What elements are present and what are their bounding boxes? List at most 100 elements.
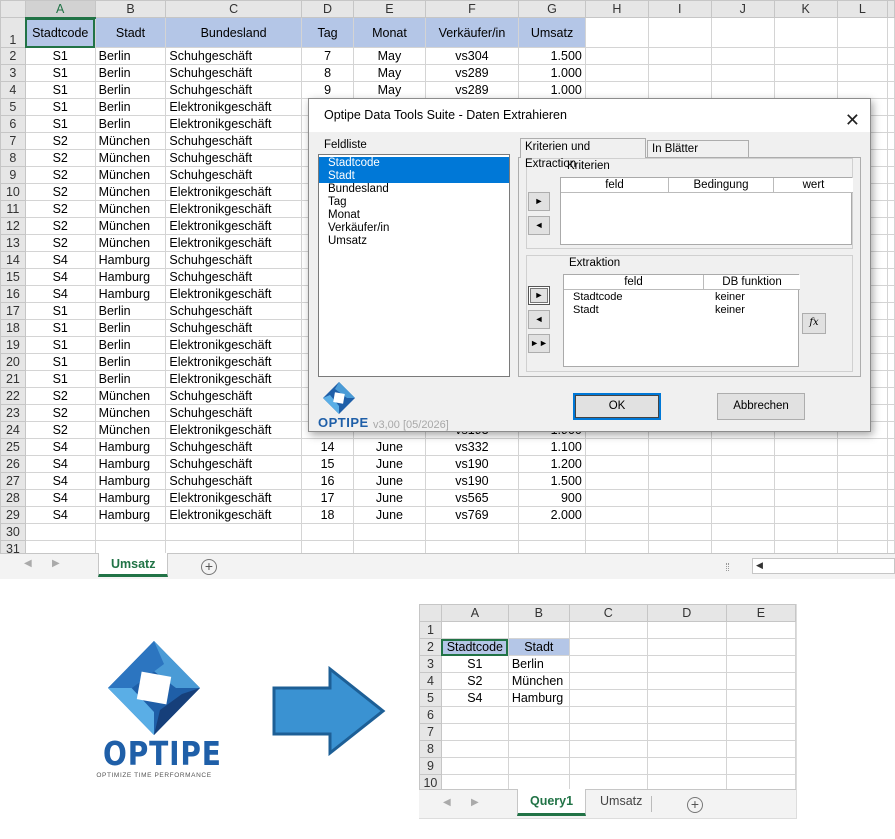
table-cell[interactable]: München [507,672,570,690]
row-header[interactable]: 27 [0,472,26,490]
criteria-col-condition[interactable]: Bedingung [669,178,774,193]
cell[interactable] [836,438,889,456]
column-header[interactable]: B [507,604,570,622]
table-cell[interactable]: S2 [24,387,96,405]
cell[interactable] [646,757,727,775]
table-cell[interactable]: Berlin [94,81,167,99]
table-cell[interactable]: S1 [24,319,96,337]
table-cell[interactable]: Elektronikgeschäft [165,217,302,235]
cell[interactable] [710,438,775,456]
table-cell[interactable] [440,621,509,639]
cancel-button[interactable]: Abbrechen [717,393,805,420]
cell[interactable] [887,115,895,133]
header-cell[interactable]: Stadt [94,17,167,48]
cell[interactable] [773,523,838,541]
header-cell[interactable]: Umsatz [518,17,586,48]
cell[interactable] [584,455,649,473]
table-cell[interactable]: Elektronikgeschäft [165,370,302,388]
row-header[interactable]: 18 [0,319,26,337]
cell[interactable] [725,621,796,639]
cell[interactable] [568,655,648,673]
cell[interactable] [584,438,649,456]
row-header[interactable]: 6 [0,115,26,133]
table-cell[interactable]: S2 [24,217,96,235]
table-cell[interactable] [165,523,302,541]
table-cell[interactable]: S4 [24,251,96,269]
table-cell[interactable]: S1 [24,81,96,99]
table-cell[interactable]: 1.200 [518,455,586,473]
table-cell[interactable]: München [94,217,167,235]
table-cell[interactable]: S2 [440,672,509,690]
cell[interactable] [725,655,796,673]
table-cell[interactable]: S4 [440,689,509,707]
table-cell[interactable]: Schuhgeschäft [165,64,302,82]
table-cell[interactable]: Berlin [94,336,167,354]
cell[interactable] [887,523,895,541]
row-header[interactable]: 7 [419,723,442,741]
column-header[interactable]: A [24,0,96,19]
table-cell[interactable]: S1 [24,64,96,82]
table-cell[interactable]: Berlin [94,370,167,388]
cell[interactable] [646,706,727,724]
cell[interactable] [773,455,838,473]
result-add-sheet-icon[interactable]: + [687,797,703,813]
table-cell[interactable]: 1.500 [518,472,586,490]
table-cell[interactable]: München [94,421,167,439]
close-icon[interactable]: ✕ [845,104,860,137]
table-cell[interactable]: Hamburg [94,472,167,490]
table-cell[interactable]: S2 [24,421,96,439]
cell[interactable] [836,455,889,473]
cell[interactable] [773,438,838,456]
table-cell[interactable]: vs190 [424,455,520,473]
cell[interactable] [887,387,895,405]
cell[interactable] [887,217,895,235]
row-header[interactable]: 30 [0,523,26,541]
table-cell[interactable]: Elektronikgeschäft [165,98,302,116]
header-cell[interactable]: Bundesland [165,17,302,48]
cell[interactable] [887,81,895,99]
table-cell[interactable] [24,523,96,541]
table-cell[interactable]: Berlin [94,302,167,320]
cell[interactable] [584,17,649,48]
row-header[interactable]: 15 [0,268,26,286]
table-cell[interactable]: Hamburg [94,285,167,303]
cell[interactable] [647,489,712,507]
table-cell[interactable]: Schuhgeschäft [165,268,302,286]
column-header[interactable]: F [424,0,520,18]
table-cell[interactable]: 1.100 [518,438,586,456]
row-header[interactable]: 9 [419,757,442,775]
table-cell[interactable]: S1 [24,98,96,116]
add-extraction-button[interactable]: ► [528,286,550,305]
row-header[interactable]: 5 [0,98,26,116]
result-scroll-tabs-right-icon[interactable]: ▶ [471,797,479,808]
extraction-row[interactable]: Stadtcode keiner [564,291,800,304]
horizontal-scrollbar[interactable]: ◀ [752,558,895,574]
table-cell[interactable]: Elektronikgeschäft [165,421,302,439]
column-header[interactable]: E [353,0,426,18]
header-cell[interactable]: Stadtcode [440,638,509,656]
cell[interactable] [887,234,895,252]
add-all-extraction-button[interactable]: ►► [528,334,550,353]
cell[interactable] [568,689,648,707]
table-cell[interactable] [440,723,509,741]
table-cell[interactable] [507,757,570,775]
table-cell[interactable] [507,723,570,741]
cell[interactable] [887,17,895,48]
row-header[interactable]: 29 [0,506,26,524]
header-cell[interactable]: Stadt [507,638,570,656]
cell[interactable] [646,621,727,639]
cell[interactable] [584,523,649,541]
table-cell[interactable]: S4 [24,506,96,524]
table-cell[interactable]: S1 [24,370,96,388]
row-header[interactable]: 9 [0,166,26,184]
add-criteria-button[interactable]: ► [528,192,550,211]
cell[interactable] [887,489,895,507]
table-cell[interactable]: Hamburg [94,251,167,269]
column-header[interactable]: B [94,0,167,18]
row-header[interactable]: 1 [419,621,442,639]
table-cell[interactable]: Berlin [94,353,167,371]
table-cell[interactable]: Berlin [94,319,167,337]
row-header[interactable]: 8 [419,740,442,758]
cell[interactable] [568,621,648,639]
cell[interactable] [773,47,838,65]
